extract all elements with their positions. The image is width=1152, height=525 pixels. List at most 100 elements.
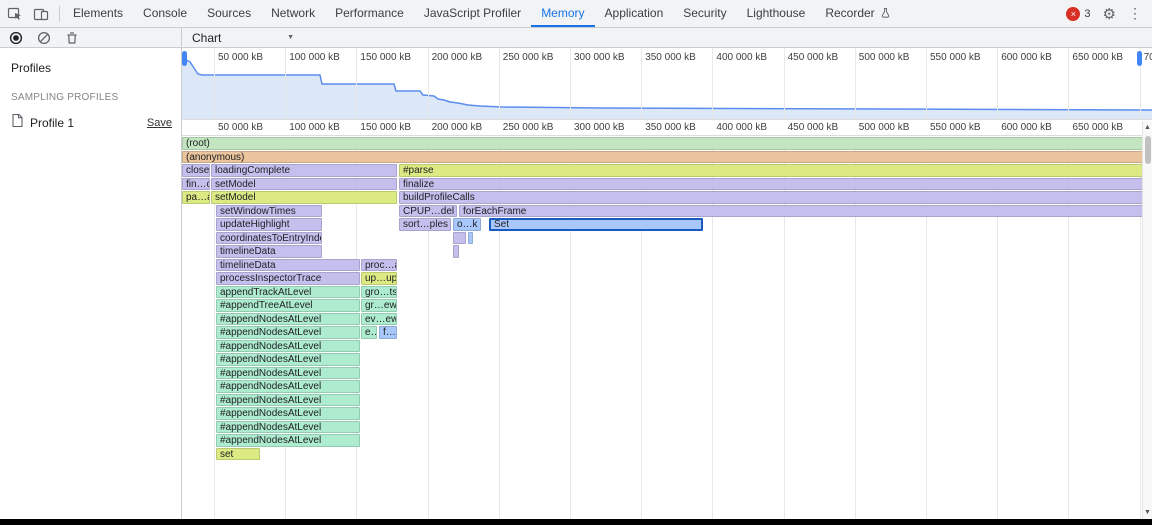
flame-frame[interactable]: #appendNodesAtLevel [216, 394, 360, 407]
tab-memory[interactable]: Memory [531, 0, 594, 27]
gridline [356, 48, 357, 119]
scroll-up-button[interactable]: ▲ [1143, 121, 1152, 134]
flame-frame[interactable]: proc…ata [361, 259, 397, 272]
tab-lighthouse[interactable]: Lighthouse [737, 0, 816, 27]
flame-frame[interactable]: CPUP…del [399, 205, 457, 218]
toolbar-separator [59, 6, 60, 22]
device-toolbar-button[interactable] [28, 0, 54, 27]
tab-console[interactable]: Console [133, 0, 197, 27]
more-menu-icon[interactable]: ⋮ [1128, 5, 1142, 22]
flame-frame[interactable]: #appendNodesAtLevel [216, 353, 360, 366]
gridline [712, 48, 713, 119]
flame-frame[interactable]: #appendTreeAtLevel [216, 299, 360, 312]
flame-frame[interactable]: timelineData [216, 259, 360, 272]
range-handle-left[interactable] [182, 51, 187, 66]
clear-profiles-button[interactable] [35, 29, 53, 47]
tab-security[interactable]: Security [673, 0, 736, 27]
scroll-down-button[interactable]: ▼ [1143, 506, 1152, 519]
memory-panel-toolbar: Chart ▼ [0, 28, 1152, 48]
flame-frame[interactable]: buildProfileCalls [399, 191, 1143, 204]
tab-label: JavaScript Profiler [424, 6, 521, 20]
gridline [1068, 48, 1069, 119]
flame-frame[interactable]: #appendNodesAtLevel [216, 434, 360, 447]
tab-performance[interactable]: Performance [325, 0, 414, 27]
save-profile-link[interactable]: Save [147, 117, 172, 129]
record-profile-button[interactable] [7, 29, 25, 47]
gridline [997, 48, 998, 119]
ruler-label: 100 000 kB [289, 122, 340, 133]
flame-frame[interactable]: f…r [379, 326, 397, 339]
tab-elements[interactable]: Elements [63, 0, 133, 27]
flame-frame[interactable]: coordinatesToEntryIndex [216, 232, 322, 245]
scrollbar-thumb[interactable] [1145, 136, 1151, 164]
error-icon: × [1066, 7, 1080, 21]
flame-panel: 50 000 kB100 000 kB150 000 kB200 000 kB2… [182, 48, 1152, 519]
flame-frame[interactable]: set [216, 448, 260, 461]
flame-frame[interactable]: timelineData [216, 245, 322, 258]
devtools-tabbar: Elements Console Sources NetworkPerformance… [0, 0, 1152, 28]
flame-frame[interactable] [453, 245, 459, 258]
flame-frame[interactable]: setModel [211, 178, 397, 191]
inspect-element-button[interactable] [2, 0, 28, 27]
profiles-sidebar: Profiles SAMPLING PROFILES Profile 1 Sav… [0, 48, 182, 519]
flame-frame[interactable]: #appendNodesAtLevel [216, 380, 360, 393]
ruler-label: 600 000 kB [1001, 122, 1052, 133]
flame-chart[interactable]: (root)(anonymous)closeloadingComplete#pa… [182, 137, 1152, 519]
flame-frame[interactable]: close [182, 164, 210, 177]
tab-label: Sources [207, 6, 251, 20]
flame-frame[interactable]: appendTrackAtLevel [216, 286, 360, 299]
delete-profile-button[interactable] [63, 29, 81, 47]
flame-frame[interactable]: o…k [453, 218, 481, 231]
ruler-label: 350 000 kB [645, 122, 696, 133]
flame-frame[interactable]: #appendNodesAtLevel [216, 313, 360, 326]
flame-frame[interactable]: #parse [399, 164, 1143, 177]
ruler-label: 200 000 kB [432, 122, 483, 133]
flame-frame[interactable]: (anonymous) [182, 151, 1143, 164]
flame-frame[interactable]: finalize [399, 178, 1143, 191]
profile-item[interactable]: Profile 1 Save [0, 112, 181, 134]
flame-frame[interactable] [453, 232, 466, 245]
flame-frame[interactable]: #appendNodesAtLevel [216, 326, 360, 339]
tab-javascript-profiler[interactable]: JavaScript Profiler [414, 0, 531, 27]
flame-frame[interactable]: up…up [361, 272, 397, 285]
memory-overview[interactable]: 50 000 kB100 000 kB150 000 kB200 000 kB2… [182, 48, 1152, 120]
ruler-label: 650 000 kB [1072, 122, 1123, 133]
flame-frame[interactable]: #appendNodesAtLevel [216, 407, 360, 420]
flame-frame[interactable]: fin…ce [182, 178, 210, 191]
flame-frame[interactable] [468, 232, 473, 245]
bottom-bar [0, 519, 1152, 525]
flame-frame[interactable]: sort…ples [399, 218, 451, 231]
tabbar-left-icons [0, 0, 56, 27]
flame-frame[interactable]: loadingComplete [211, 164, 397, 177]
flame-frame[interactable]: pa…at [182, 191, 210, 204]
flame-frame[interactable]: ev…ew [361, 313, 397, 326]
range-handle-right[interactable] [1137, 51, 1142, 66]
ruler-label: 150 000 kB [360, 122, 411, 133]
settings-gear-icon[interactable]: ⚙ [1103, 5, 1116, 23]
flame-frame-selected[interactable]: Set [489, 218, 703, 231]
vertical-scrollbar[interactable]: ▲ ▼ [1142, 121, 1152, 519]
trash-icon [65, 31, 79, 45]
flame-frame[interactable]: setModel [211, 191, 397, 204]
tab-application[interactable]: Application [595, 0, 674, 27]
flame-frame[interactable]: #appendNodesAtLevel [216, 367, 360, 380]
gridline [570, 48, 571, 119]
flame-frame[interactable]: gro…ts [361, 286, 397, 299]
flame-frame[interactable]: e… [361, 326, 377, 339]
tab-sources[interactable]: Sources [197, 0, 261, 27]
flame-frame[interactable]: updateHighlight [216, 218, 322, 231]
flame-frame[interactable]: forEachFrame [459, 205, 1143, 218]
flame-frame[interactable]: #appendNodesAtLevel [216, 421, 360, 434]
error-badge[interactable]: × 3 [1066, 7, 1090, 21]
sidebar-title: Profiles [0, 48, 181, 75]
flame-frame[interactable]: gr…ew [361, 299, 397, 312]
chart-view-select[interactable]: Chart ▼ [182, 31, 294, 45]
flame-frame[interactable]: setWindowTimes [216, 205, 322, 218]
flame-frame[interactable]: processInspectorTrace [216, 272, 360, 285]
gridline [641, 48, 642, 119]
tab-label: Console [143, 6, 187, 20]
flame-frame[interactable]: #appendNodesAtLevel [216, 340, 360, 353]
flame-frame[interactable]: (root) [182, 137, 1143, 150]
tab-network[interactable]: Network [261, 0, 325, 27]
tab-recorder[interactable]: Recorder [815, 0, 900, 27]
